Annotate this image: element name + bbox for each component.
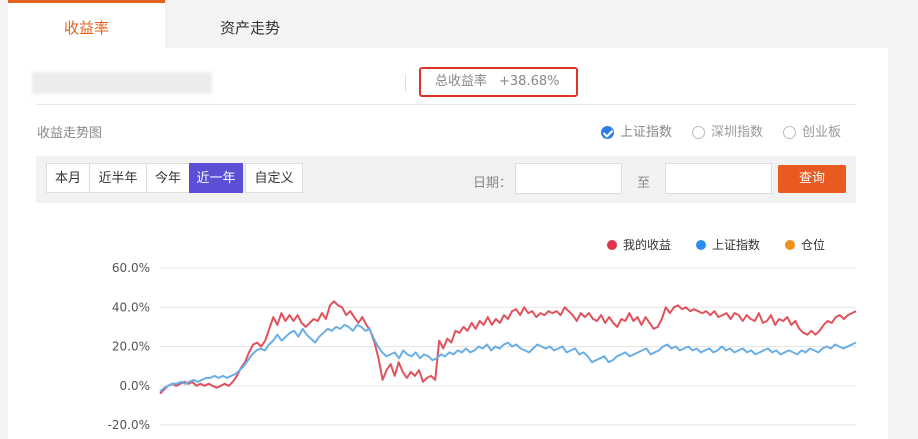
y-tick-label: 40.0% xyxy=(112,300,150,314)
series-line xyxy=(159,323,857,393)
series-line xyxy=(159,300,857,395)
y-tick-label: 60.0% xyxy=(112,261,150,275)
return-chart: 60.0% 40.0% 20.0% 0.0% -20.0% xyxy=(108,261,857,432)
y-tick-label: 0.0% xyxy=(120,379,151,393)
y-tick-label: -20.0% xyxy=(108,418,150,432)
y-tick-label: 20.0% xyxy=(112,340,150,354)
